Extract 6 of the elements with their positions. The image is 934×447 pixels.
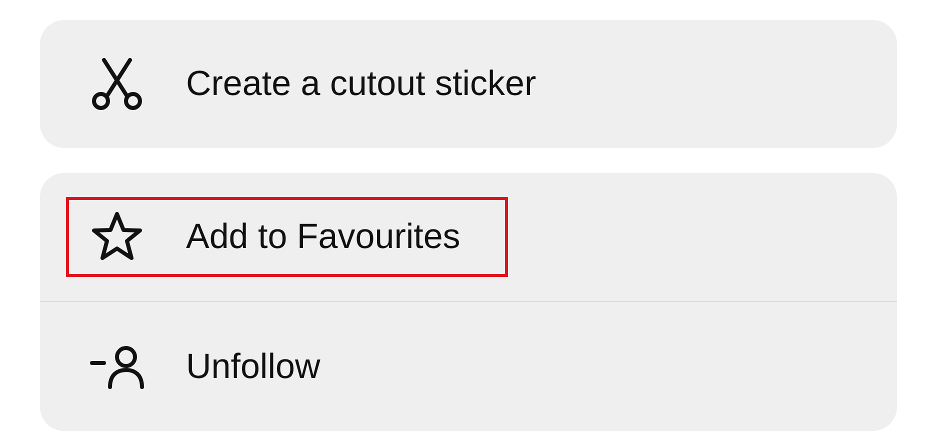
- star-icon: [90, 211, 144, 263]
- menu-item[interactable]: Add to Favourites: [40, 211, 460, 263]
- scissors-icon: [90, 58, 144, 110]
- menu-item[interactable]: Create a cutout sticker: [40, 58, 536, 110]
- menu-item[interactable]: Unfollow: [40, 344, 320, 388]
- person-minus-icon: [90, 344, 146, 388]
